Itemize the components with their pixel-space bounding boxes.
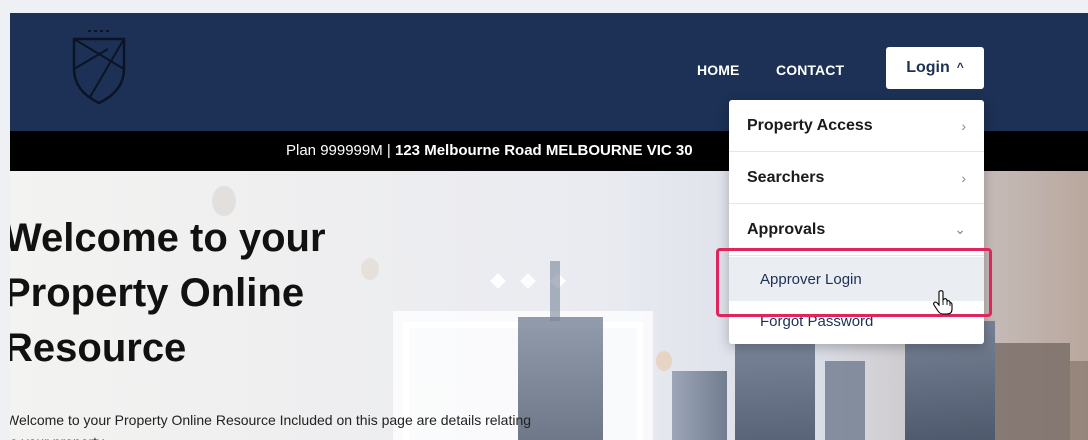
login-label: Login [906, 59, 950, 76]
menu-item-label: Property Access [747, 116, 873, 134]
hero-intro-text: Welcome to your Property Online Resource… [10, 412, 532, 440]
menu-item-property-access[interactable]: Property Access › [729, 100, 984, 152]
chevron-right-icon: › [961, 117, 966, 134]
property-address: Plan 999999M | 123 Melbourne Road MELBOU… [286, 131, 693, 171]
hand-pointer-cursor-icon [933, 290, 953, 315]
chevron-right-icon: › [961, 169, 966, 186]
hero-title-line-1: Welcome to your [10, 216, 326, 260]
hero-title-line-3: Resource [10, 326, 187, 370]
page-frame: HOME CONTACT Login ^ Plan 999999M | 123 … [10, 13, 1088, 440]
street-address: 123 Melbourne Road MELBOURNE VIC 30 [395, 142, 693, 159]
menu-item-searchers[interactable]: Searchers › [729, 152, 984, 204]
shield-logo-icon[interactable] [68, 25, 130, 105]
nav-home-link[interactable]: HOME [697, 62, 739, 78]
chevron-down-icon: ⌄ [954, 221, 966, 237]
menu-item-approvals[interactable]: Approvals ⌄ [729, 204, 984, 256]
hero-title: Welcome to your Property Online Resource [10, 211, 424, 376]
menu-item-label: Approvals [747, 220, 826, 238]
chevron-up-icon: ^ [956, 60, 964, 74]
hero-title-line-2: Property Online [10, 271, 305, 315]
menu-item-label: Searchers [747, 168, 825, 186]
login-button[interactable]: Login ^ [886, 47, 984, 89]
nav-contact-link[interactable]: CONTACT [776, 62, 844, 78]
address-separator: | [386, 142, 391, 159]
plan-number: Plan 999999M [286, 142, 383, 159]
